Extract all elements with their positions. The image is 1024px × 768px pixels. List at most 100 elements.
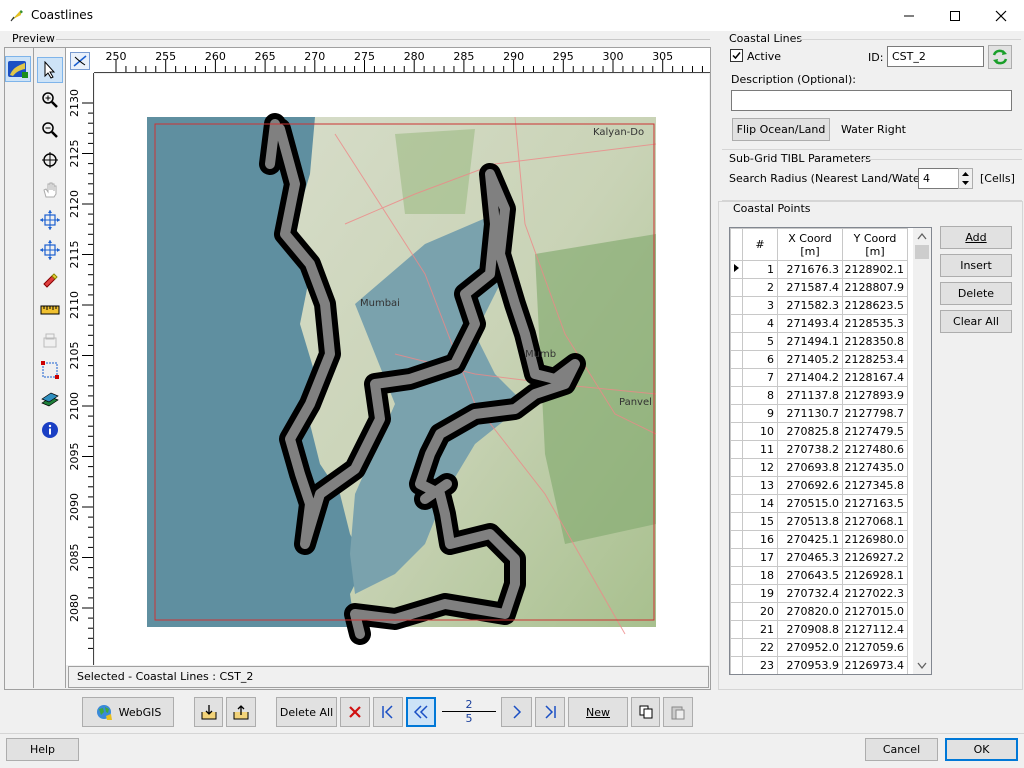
x-coord-cell[interactable]: 271405.2: [777, 350, 843, 369]
x-coord-cell[interactable]: 271494.1: [777, 332, 843, 351]
row-number[interactable]: 12: [742, 458, 778, 477]
x-coord-cell[interactable]: 271404.2: [777, 368, 843, 387]
row-number[interactable]: 1: [742, 260, 778, 279]
x-coord-cell[interactable]: 270693.8: [777, 458, 843, 477]
x-coord-cell[interactable]: 270513.8: [777, 512, 843, 531]
row-number[interactable]: 13: [742, 476, 778, 495]
info-icon[interactable]: [37, 417, 63, 443]
grid-scrollbar[interactable]: [913, 228, 931, 674]
y-coord-cell[interactable]: 2128807.9: [842, 278, 908, 297]
y-coord-cell[interactable]: 2127112.4: [842, 620, 908, 639]
y-coord-cell[interactable]: 2128167.4: [842, 368, 908, 387]
table-row[interactable]: 4 271493.4 2128535.3: [730, 314, 908, 333]
x-coord-cell[interactable]: 270465.3: [777, 548, 843, 567]
minimize-icon[interactable]: [886, 0, 932, 31]
x-coord-cell[interactable]: 271582.3: [777, 296, 843, 315]
x-coord-cell[interactable]: 270425.1: [777, 530, 843, 549]
x-coord-cell[interactable]: 270820.0: [777, 602, 843, 621]
y-coord-cell[interactable]: 2127068.1: [842, 512, 908, 531]
x-coord-cell[interactable]: 270732.4: [777, 584, 843, 603]
refresh-icon[interactable]: [988, 45, 1012, 69]
row-number[interactable]: 8: [742, 386, 778, 405]
row-number[interactable]: 3: [742, 296, 778, 315]
row-number[interactable]: 22: [742, 638, 778, 657]
row-number[interactable]: 23: [742, 656, 778, 674]
map-layer-icon[interactable]: [5, 56, 31, 82]
area-tool-icon[interactable]: [37, 327, 63, 353]
rectangle-select-icon[interactable]: [37, 357, 63, 383]
first-icon[interactable]: [373, 697, 403, 727]
y-coord-cell[interactable]: 2128535.3: [842, 314, 908, 333]
coastal-points-grid[interactable]: # X Coord [m] Y Coord [m] 1 271676.3 2128902…: [729, 227, 932, 675]
table-row[interactable]: 20 270820.0 2127015.0: [730, 602, 908, 621]
export-icon[interactable]: [226, 697, 256, 727]
y-coord-cell[interactable]: 2127059.6: [842, 638, 908, 657]
y-coord-cell[interactable]: 2127163.5: [842, 494, 908, 513]
y-coord-cell[interactable]: 2128902.1: [842, 260, 908, 279]
pan-hand-icon[interactable]: [37, 177, 63, 203]
table-row[interactable]: 17 270465.3 2126927.2: [730, 548, 908, 567]
x-coord-cell[interactable]: 271137.8: [777, 386, 843, 405]
map-canvas[interactable]: Kalyan-Do Mumbai Panvel Mumb: [95, 74, 709, 665]
x-coord-cell[interactable]: 270952.0: [777, 638, 843, 657]
table-row[interactable]: 22 270952.0 2127059.6: [730, 638, 908, 657]
header-y[interactable]: Y Coord [m]: [842, 228, 908, 261]
row-number[interactable]: 10: [742, 422, 778, 441]
row-number[interactable]: 20: [742, 602, 778, 621]
row-number[interactable]: 18: [742, 566, 778, 585]
last-icon[interactable]: [535, 697, 565, 727]
close-icon[interactable]: [978, 0, 1024, 31]
x-coord-cell[interactable]: 271493.4: [777, 314, 843, 333]
cancel-button[interactable]: Cancel: [865, 738, 938, 761]
row-number[interactable]: 6: [742, 350, 778, 369]
table-row[interactable]: 15 270513.8 2127068.1: [730, 512, 908, 531]
paste-icon[interactable]: [663, 697, 693, 727]
y-coord-cell[interactable]: 2127022.3: [842, 584, 908, 603]
new-button[interactable]: New: [568, 697, 628, 727]
y-coord-cell[interactable]: 2128350.8: [842, 332, 908, 351]
radius-spinner[interactable]: [958, 168, 973, 189]
y-coord-cell[interactable]: 2127479.5: [842, 422, 908, 441]
delete-all-button[interactable]: Delete All: [276, 697, 337, 727]
table-row[interactable]: 23 270953.9 2126973.4: [730, 656, 908, 674]
row-number[interactable]: 4: [742, 314, 778, 333]
import-icon[interactable]: [194, 697, 223, 727]
layers-icon[interactable]: [37, 387, 63, 413]
table-row[interactable]: 12 270693.8 2127435.0: [730, 458, 908, 477]
copy-icon[interactable]: [631, 697, 660, 727]
table-row[interactable]: 5 271494.1 2128350.8: [730, 332, 908, 351]
id-input[interactable]: [887, 46, 984, 67]
row-number[interactable]: 17: [742, 548, 778, 567]
y-coord-cell[interactable]: 2127893.9: [842, 386, 908, 405]
eraser-icon[interactable]: [37, 267, 63, 293]
flip-ocean-land-button[interactable]: Flip Ocean/Land: [732, 118, 830, 141]
header-num[interactable]: #: [742, 228, 778, 261]
y-coord-cell[interactable]: 2126980.0: [842, 530, 908, 549]
select-arrow-icon[interactable]: [37, 57, 63, 83]
active-checkbox[interactable]: [730, 49, 743, 62]
table-row[interactable]: 16 270425.1 2126980.0: [730, 530, 908, 549]
y-coord-cell[interactable]: 2127345.8: [842, 476, 908, 495]
table-row[interactable]: 11 270738.2 2127480.6: [730, 440, 908, 459]
x-coord-cell[interactable]: 270643.5: [777, 566, 843, 585]
clear-all-button[interactable]: Clear All: [940, 310, 1012, 333]
x-coord-cell[interactable]: 271676.3: [777, 260, 843, 279]
y-coord-cell[interactable]: 2127480.6: [842, 440, 908, 459]
row-number[interactable]: 19: [742, 584, 778, 603]
table-row[interactable]: 8 271137.8 2127893.9: [730, 386, 908, 405]
search-radius-input[interactable]: [918, 168, 962, 189]
x-coord-cell[interactable]: 270908.8: [777, 620, 843, 639]
row-number[interactable]: 15: [742, 512, 778, 531]
y-coord-cell[interactable]: 2127015.0: [842, 602, 908, 621]
description-input[interactable]: [731, 90, 1012, 111]
x-coord-cell[interactable]: 271587.4: [777, 278, 843, 297]
webgis-button[interactable]: WebGIS: [82, 697, 174, 727]
x-coord-cell[interactable]: 270515.0: [777, 494, 843, 513]
move-vertex-icon[interactable]: [37, 207, 63, 233]
zoom-out-icon[interactable]: [37, 117, 63, 143]
insert-point-button[interactable]: Insert: [940, 254, 1012, 277]
table-row[interactable]: 9 271130.7 2127798.7: [730, 404, 908, 423]
row-number[interactable]: 16: [742, 530, 778, 549]
x-coord-cell[interactable]: 270738.2: [777, 440, 843, 459]
prev-icon[interactable]: [406, 697, 436, 727]
